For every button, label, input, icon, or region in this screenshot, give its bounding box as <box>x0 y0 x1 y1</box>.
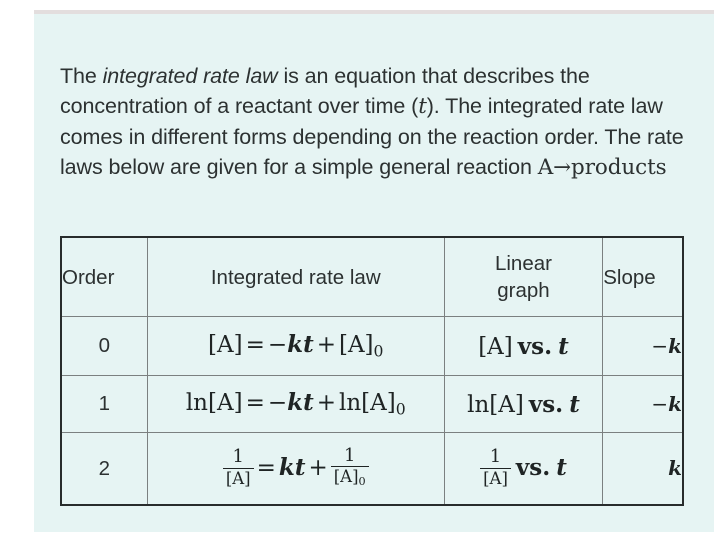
cell-linear-graph: [A] vs. t <box>443 316 604 376</box>
slope-symbol: k <box>668 391 682 416</box>
table-row: 1 ln[A] = −kt + ln[A]0 ln[A] vs. t −k <box>60 375 684 433</box>
law-rate-constant: k <box>278 453 295 481</box>
law-plus: + <box>308 454 328 481</box>
table-body: 0 [A] = −kt + [A]0 [A] vs. t −k 1 ln[A] = −kt + ln… <box>60 316 684 506</box>
law-rhs-fraction: 1 [A]0 <box>330 446 369 489</box>
graph-variable: t <box>556 453 567 481</box>
table-header: Order Integrated rate law Linear graph Sl… <box>60 236 684 317</box>
cell-slope: −k <box>602 316 684 376</box>
law-equals: = <box>256 454 276 481</box>
graph-quantity: ln[A] <box>467 391 524 418</box>
cell-order: 1 <box>60 375 148 433</box>
law-time: t <box>303 331 314 359</box>
law-rhs-denominator-subscript: 0 <box>358 475 366 489</box>
graph-variable: t <box>569 390 580 418</box>
law-rhs-numerator: 1 <box>330 446 369 468</box>
cell-integrated-rate-law: [A] = −kt + [A]0 <box>146 316 445 376</box>
law-lhs-fraction: 1 [A] <box>222 447 254 488</box>
law-rate-constant: k <box>287 331 304 359</box>
cell-integrated-rate-law: 1 [A] = kt +1 [A]0 <box>146 432 445 506</box>
cell-order: 2 <box>60 432 148 506</box>
graph-variable: t <box>558 332 569 360</box>
graph-quantity-fraction: 1 [A] <box>480 447 511 488</box>
header-linear-graph: Linear graph <box>443 236 604 317</box>
graph-vs-label: vs. <box>528 390 564 418</box>
header-linear-graph-line2: graph <box>497 279 550 302</box>
law-initial-concentration: ln[A] <box>338 390 396 417</box>
cell-integrated-rate-law: ln[A] = −kt + ln[A]0 <box>146 375 445 433</box>
law-lhs: [A] <box>208 332 243 359</box>
slide-panel: The integrated rate law is an equation t… <box>34 10 714 532</box>
cell-linear-graph: 1 [A] vs. t <box>443 432 604 506</box>
graph-quantity-denominator: [A] <box>483 468 508 488</box>
variable-t-inline: t <box>418 93 427 119</box>
law-plus: + <box>316 332 336 359</box>
law-plus: + <box>316 390 336 417</box>
header-integrated-rate-law: Integrated rate law <box>146 236 445 317</box>
reaction-equation-inline: A→products <box>537 154 667 180</box>
intro-text-part1: The <box>60 63 103 88</box>
cell-slope: −k <box>602 375 684 433</box>
law-time: t <box>303 389 314 417</box>
slope-sign: − <box>651 391 669 416</box>
law-minus: − <box>267 332 288 359</box>
law-lhs: ln[A] <box>185 390 243 417</box>
law-rate-constant: k <box>287 389 304 417</box>
header-order: Order <box>60 236 148 317</box>
rate-law-table: Order Integrated rate law Linear graph Sl… <box>60 236 684 506</box>
slope-symbol: k <box>668 333 682 358</box>
intro-paragraph: The integrated rate law is an equation t… <box>60 61 690 183</box>
header-slope: Slope <box>602 236 684 317</box>
slope-sign: − <box>651 333 669 358</box>
law-minus: − <box>267 390 288 417</box>
intro-emphasis-term: integrated rate law <box>102 63 278 88</box>
law-time: t <box>294 453 306 481</box>
cell-order: 0 <box>60 316 148 376</box>
graph-quantity-numerator: 1 <box>480 447 511 469</box>
law-lhs-denominator: [A] <box>225 468 251 488</box>
cell-linear-graph: ln[A] vs. t <box>443 375 604 433</box>
law-initial-subscript: 0 <box>395 399 406 419</box>
cell-slope: k <box>602 432 684 506</box>
law-rhs-denominator: [A]0 <box>331 467 369 488</box>
law-equals: = <box>245 390 265 417</box>
table-header-row: Order Integrated rate law Linear graph Sl… <box>60 236 684 317</box>
law-initial-concentration: [A] <box>338 332 374 359</box>
slope-symbol: k <box>668 456 682 480</box>
law-lhs-numerator: 1 <box>222 447 254 469</box>
law-equals: = <box>245 332 265 359</box>
graph-vs-label: vs. <box>515 453 551 481</box>
law-initial-subscript: 0 <box>373 341 384 361</box>
header-linear-graph-line1: Linear <box>494 252 552 275</box>
table-row: 2 1 [A] = kt +1 [A]0 1 [A] vs. t k <box>60 432 684 506</box>
graph-vs-label: vs. <box>517 332 553 360</box>
graph-quantity: [A] <box>478 333 513 360</box>
law-rhs-denominator-bracket: [A] <box>333 467 359 487</box>
table-row: 0 [A] = −kt + [A]0 [A] vs. t −k <box>60 316 684 376</box>
